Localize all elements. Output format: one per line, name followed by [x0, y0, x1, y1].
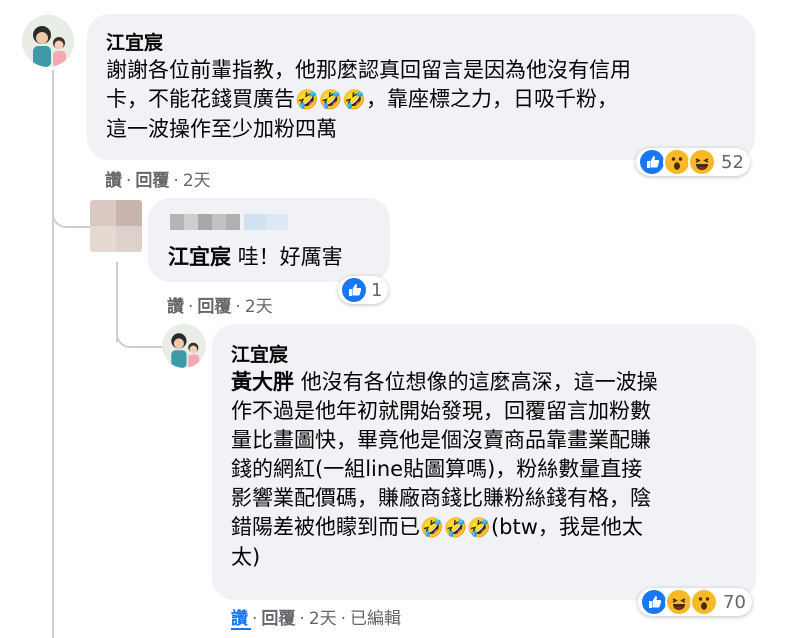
reply-line-3: 量比畫圖快，畢竟他是個沒賣商品靠畫業配賺: [231, 428, 651, 452]
timestamp[interactable]: 2天: [309, 609, 337, 629]
reply-line-7-text: (btw，我是他太: [490, 515, 643, 539]
reply-line-8: 太): [231, 545, 261, 569]
reply-link[interactable]: 回覆: [135, 171, 169, 191]
comment-line-3-text: ，靠座標之力，日吸千粉，: [365, 87, 618, 111]
reply-link[interactable]: 回覆: [261, 609, 295, 629]
avatar[interactable]: [22, 15, 74, 67]
like-link[interactable]: 讚: [231, 609, 248, 629]
reply-line-4: 錢的網紅(一組line貼圖算嗎)，粉絲數量直接: [231, 457, 643, 481]
timestamp[interactable]: 2天: [245, 297, 273, 317]
comment-actions: 讚 · 回覆 · 2天: [105, 171, 211, 191]
comment-line-2: 卡，不能花錢買廣告🤣🤣🤣，靠座標之力，日吸千粉，: [106, 85, 746, 115]
reply-bubble: 江宜宸 哇！好厲害: [148, 198, 390, 282]
like-underline: [231, 628, 251, 630]
reply-line-6-text: 錯陽差被他矇到而已: [231, 515, 420, 539]
comment-line-4: 這一波操作至少加粉四萬: [106, 117, 337, 141]
wow-icon: [663, 148, 691, 176]
like-link[interactable]: 讚: [167, 297, 184, 317]
reply-line-1: 黃大胖 他沒有各位想像的這麼高深，這一波操: [231, 368, 751, 397]
avatar-blurred[interactable]: [90, 200, 142, 252]
reply-line-5: 影響業配價碼，賺廠商錢比賺粉絲錢有格，陰: [231, 486, 651, 510]
reply-text: 黃大胖 他沒有各位想像的這麼高深，這一波操 作不過是他年初就開始發現，回覆留言加…: [231, 368, 751, 572]
reaction-summary[interactable]: 52: [636, 148, 750, 176]
reply-line-2: 作不過是他年初就開始發現，回覆留言加粉數: [231, 399, 651, 423]
laughing-emoji: 🤣🤣🤣: [295, 89, 366, 111]
edited-label: 已編輯: [350, 609, 402, 629]
comment-line-1: 謝謝各位前輩指教，他那麼認真回留言是因為他沒有信用: [106, 58, 631, 82]
comment-bubble: 江宜宸 謝謝各位前輩指教，他那麼認真回留言是因為他沒有信用 卡，不能花錢買廣告🤣…: [87, 14, 755, 160]
haha-icon: [688, 148, 716, 176]
reply-line-6: 錯陽差被他矇到而已🤣🤣🤣(btw，我是他太: [231, 513, 751, 543]
timestamp[interactable]: 2天: [183, 171, 211, 191]
thread-line-main: [52, 70, 54, 638]
reaction-summary[interactable]: 1: [338, 276, 389, 304]
reply-line-1-text: 他沒有各位想像的這麼高深，這一波操: [300, 370, 658, 394]
comment-line-2-text: 卡，不能花錢買廣告: [106, 87, 295, 111]
mention-link[interactable]: 黃大胖: [231, 370, 294, 394]
like-icon: [640, 588, 668, 616]
blurred-author-name[interactable]: [170, 212, 290, 234]
reply-link[interactable]: 回覆: [197, 297, 231, 317]
reply-text: 江宜宸 哇！好厲害: [168, 243, 343, 272]
reply-body: 哇！好厲害: [237, 245, 343, 269]
like-icon: [638, 148, 666, 176]
like-link[interactable]: 讚: [105, 171, 122, 191]
laughing-emoji: 🤣🤣🤣: [420, 517, 491, 539]
mention-link[interactable]: 江宜宸: [168, 245, 231, 269]
like-icon: [340, 276, 368, 304]
reaction-count: 1: [371, 279, 383, 301]
reply-bubble: 江宜宸 黃大胖 他沒有各位想像的這麼高深，這一波操 作不過是他年初就開始發現，回…: [212, 324, 756, 600]
wow-icon: [690, 588, 718, 616]
haha-icon: [665, 588, 693, 616]
reply-actions: 讚 · 回覆 · 2天 · 已編輯: [231, 609, 402, 629]
thread-branch-2: [116, 310, 162, 348]
reply-actions: 讚 · 回覆 · 2天: [167, 297, 273, 317]
reply-author[interactable]: 江宜宸: [231, 340, 288, 367]
reaction-count: 52: [721, 151, 744, 173]
reaction-count: 70: [723, 591, 746, 613]
comment-author[interactable]: 江宜宸: [106, 28, 163, 55]
thread-branch-1: [52, 190, 92, 228]
comment-text: 謝謝各位前輩指教，他那麼認真回留言是因為他沒有信用 卡，不能花錢買廣告🤣🤣🤣，靠…: [106, 56, 746, 144]
avatar[interactable]: [162, 324, 206, 368]
reaction-summary[interactable]: 70: [638, 588, 752, 616]
